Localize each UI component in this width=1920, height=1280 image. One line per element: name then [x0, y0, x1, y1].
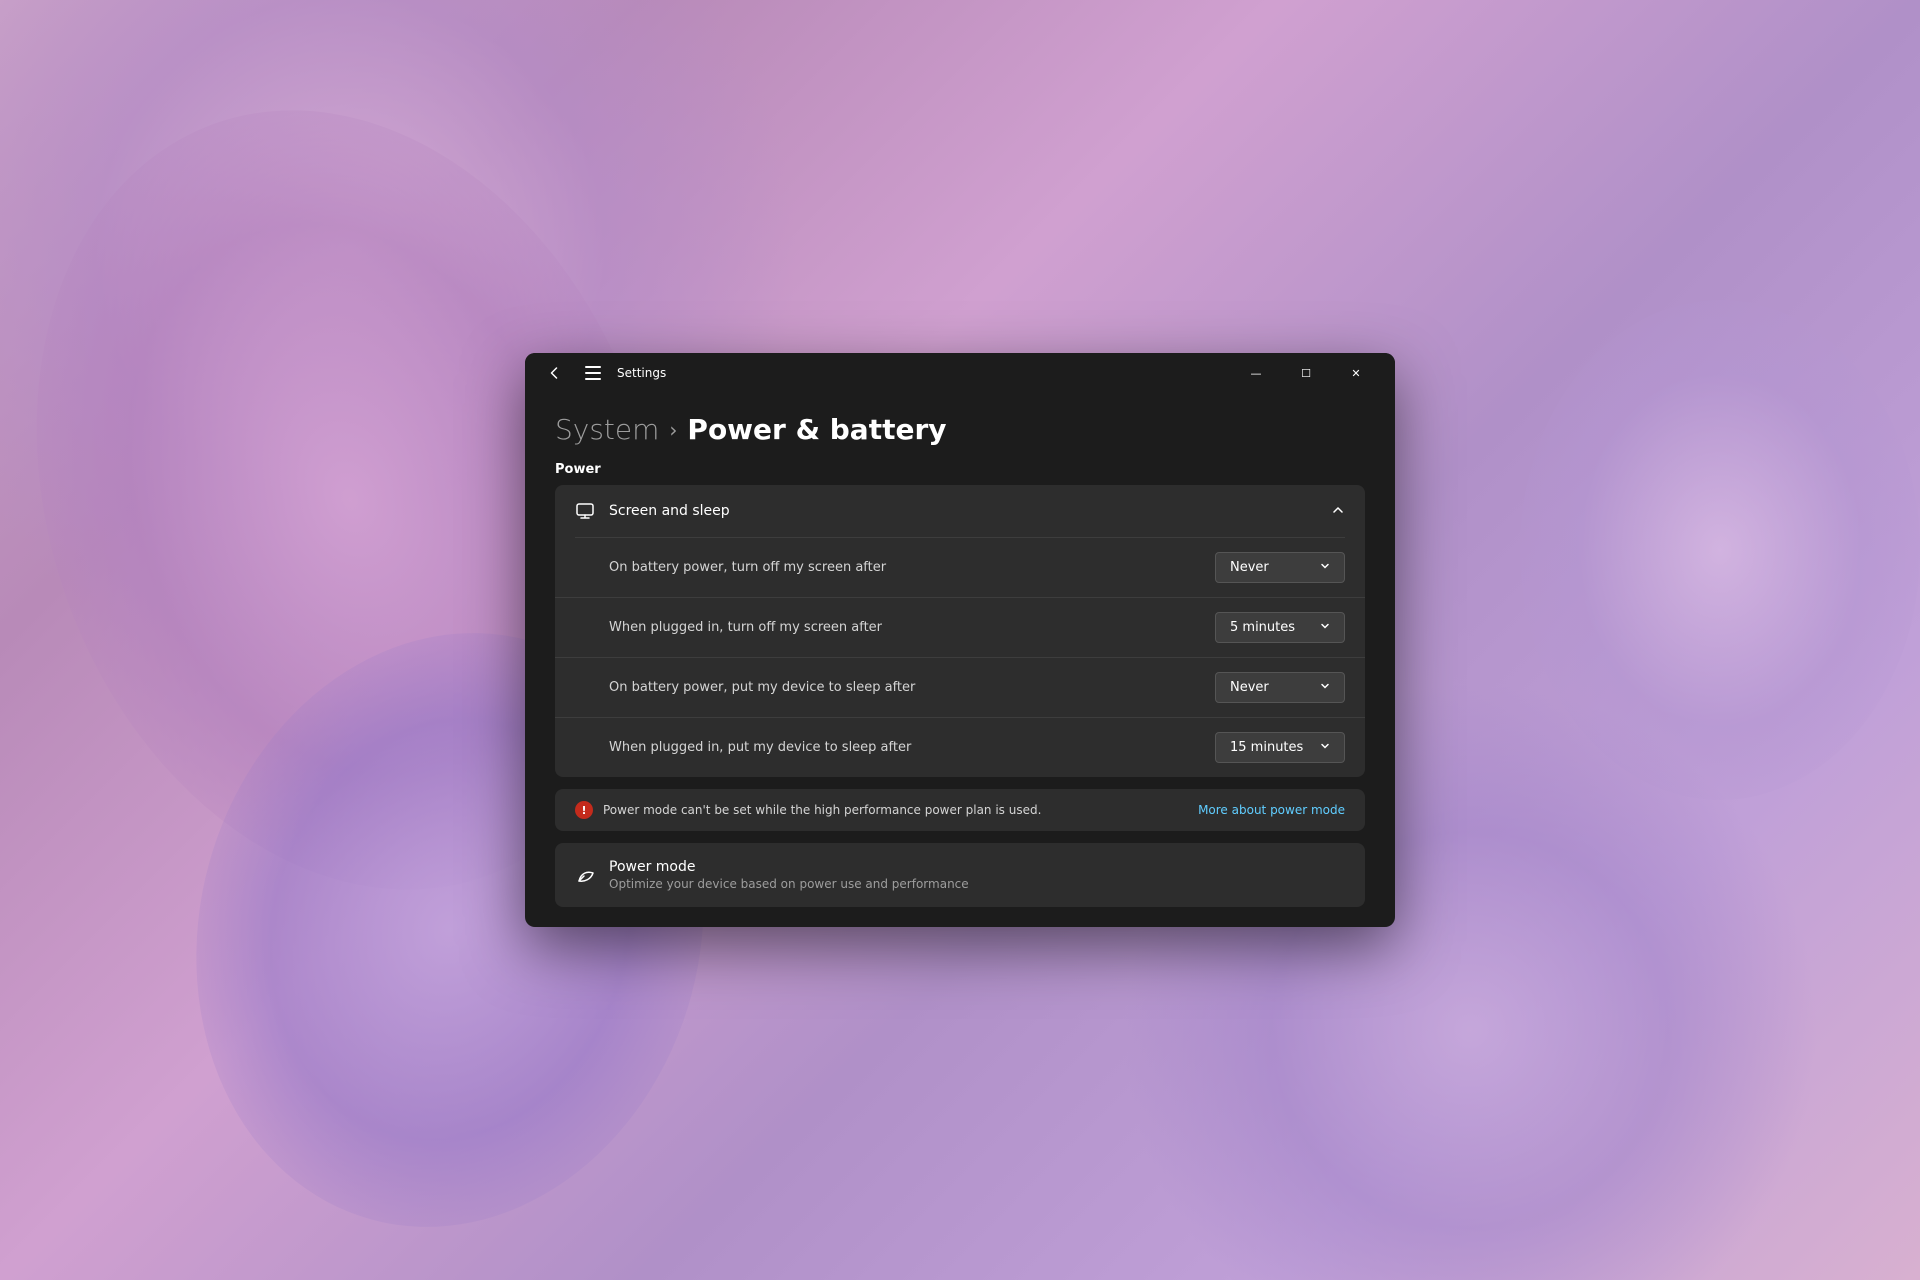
section-header-left: Screen and sleep	[575, 501, 730, 521]
titlebar-left-controls: Settings	[541, 359, 666, 387]
power-mode-icon	[575, 865, 595, 885]
plugged-screen-off-label: When plugged in, turn off my screen afte…	[609, 620, 882, 635]
battery-sleep-label: On battery power, put my device to sleep…	[609, 680, 915, 695]
plugged-sleep-value: 15 minutes	[1230, 740, 1303, 755]
breadcrumb-chevron-icon: ›	[669, 418, 677, 442]
power-mode-title: Power mode	[609, 859, 969, 875]
dropdown-chevron-icon-2	[1320, 621, 1330, 634]
power-mode-description: Optimize your device based on power use …	[609, 877, 969, 891]
plugged-sleep-row: When plugged in, put my device to sleep …	[555, 717, 1365, 777]
dropdown-chevron-icon-3	[1320, 681, 1330, 694]
warning-icon: !	[575, 801, 593, 819]
plugged-screen-off-row: When plugged in, turn off my screen afte…	[555, 597, 1365, 657]
power-section-label: Power	[555, 462, 1365, 477]
plugged-sleep-label: When plugged in, put my device to sleep …	[609, 740, 911, 755]
battery-sleep-row: On battery power, put my device to sleep…	[555, 657, 1365, 717]
close-button[interactable]: ✕	[1333, 357, 1379, 389]
battery-screen-off-value: Never	[1230, 560, 1269, 575]
window-controls: — ☐ ✕	[1233, 357, 1379, 389]
warning-text: Power mode can't be set while the high p…	[603, 803, 1041, 817]
breadcrumb: System › Power & battery	[555, 393, 1365, 462]
battery-screen-off-label: On battery power, turn off my screen aft…	[609, 560, 886, 575]
power-mode-warning: ! Power mode can't be set while the high…	[555, 789, 1365, 831]
titlebar: Settings — ☐ ✕	[525, 353, 1395, 393]
page-title: Power & battery	[687, 413, 946, 446]
plugged-sleep-dropdown[interactable]: 15 minutes	[1215, 732, 1345, 763]
plugged-screen-off-value: 5 minutes	[1230, 620, 1295, 635]
dropdown-chevron-icon	[1320, 561, 1330, 574]
battery-screen-off-row: On battery power, turn off my screen aft…	[555, 538, 1365, 597]
battery-sleep-value: Never	[1230, 680, 1269, 695]
settings-content: System › Power & battery Power Screen	[525, 393, 1395, 927]
battery-sleep-dropdown[interactable]: Never	[1215, 672, 1345, 703]
back-button[interactable]	[541, 359, 569, 387]
screen-sleep-icon	[575, 501, 595, 521]
breadcrumb-parent[interactable]: System	[555, 413, 659, 446]
screen-and-sleep-header[interactable]: Screen and sleep	[555, 485, 1365, 537]
window-title: Settings	[617, 366, 666, 380]
settings-window: Settings — ☐ ✕ System › Power & battery …	[525, 353, 1395, 927]
maximize-button[interactable]: ☐	[1283, 357, 1329, 389]
battery-screen-off-dropdown[interactable]: Never	[1215, 552, 1345, 583]
plugged-screen-off-dropdown[interactable]: 5 minutes	[1215, 612, 1345, 643]
dropdown-chevron-icon-4	[1320, 741, 1330, 754]
hamburger-menu-button[interactable]	[579, 359, 607, 387]
screen-and-sleep-card: Screen and sleep On battery power, turn …	[555, 485, 1365, 777]
power-mode-text: Power mode Optimize your device based on…	[609, 859, 969, 891]
power-mode-link[interactable]: More about power mode	[1198, 803, 1345, 817]
warning-left: ! Power mode can't be set while the high…	[575, 801, 1041, 819]
power-mode-row[interactable]: Power mode Optimize your device based on…	[555, 843, 1365, 907]
section-collapse-chevron-icon	[1331, 503, 1345, 520]
minimize-button[interactable]: —	[1233, 357, 1279, 389]
screen-and-sleep-title: Screen and sleep	[609, 503, 730, 519]
